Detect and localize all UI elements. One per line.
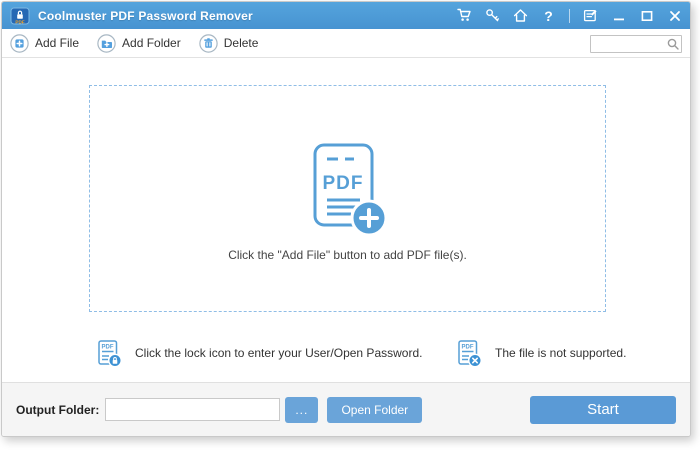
maximize-button[interactable] <box>639 8 654 23</box>
minimize-button[interactable] <box>611 8 626 23</box>
pdf-lock-icon-label: PDF <box>102 344 114 350</box>
add-folder-icon <box>97 34 116 53</box>
titlebar-separator <box>569 9 570 23</box>
search-box <box>590 34 682 53</box>
app-icon-pdf-label: PDF <box>15 19 24 24</box>
dropzone-hint: Click the "Add File" button to add PDF f… <box>228 248 467 262</box>
hint-lock-text: Click the lock icon to enter your User/O… <box>135 346 422 360</box>
home-icon[interactable] <box>513 8 528 23</box>
browse-button[interactable]: ... <box>285 397 318 423</box>
pdf-unsupported-icon-label: PDF <box>462 344 474 350</box>
app-icon: PDF <box>10 6 30 26</box>
help-icon[interactable]: ? <box>541 8 556 23</box>
hint-lock: PDF Click the lock icon to enter your Us… <box>97 338 422 368</box>
open-folder-button[interactable]: Open Folder <box>327 397 422 423</box>
delete-icon <box>199 34 218 53</box>
cart-icon[interactable] <box>457 8 472 23</box>
dropzone[interactable]: PDF Click the "Add File" button to add P… <box>89 85 606 312</box>
output-folder-label: Output Folder: <box>16 403 99 417</box>
hint-unsupported: PDF The file is not supported. <box>457 338 626 368</box>
feedback-icon[interactable] <box>583 8 598 23</box>
delete-button[interactable]: Delete <box>199 34 259 53</box>
start-button[interactable]: Start <box>530 396 676 424</box>
close-button[interactable] <box>667 8 682 23</box>
app-window: PDF Coolmuster PDF Password Remover <box>1 1 691 437</box>
toolbar: Add File Add Folder Delete <box>2 29 690 58</box>
pdf-unsupported-icon: PDF <box>457 339 482 368</box>
hint-unsupported-text: The file is not supported. <box>495 346 626 360</box>
main-content: PDF Click the "Add File" button to add P… <box>2 58 690 382</box>
delete-label: Delete <box>224 36 259 50</box>
footer: Output Folder: ... Open Folder Start <box>2 382 690 436</box>
pdf-add-icon: PDF <box>302 142 394 242</box>
window-title: Coolmuster PDF Password Remover <box>38 9 253 23</box>
titlebar-actions: ? <box>457 8 682 23</box>
search-icon[interactable] <box>667 37 679 49</box>
add-file-label: Add File <box>35 36 79 50</box>
titlebar: PDF Coolmuster PDF Password Remover <box>2 2 690 29</box>
output-folder-input[interactable] <box>105 398 280 421</box>
add-file-icon <box>10 34 29 53</box>
add-file-button[interactable]: Add File <box>10 34 79 53</box>
add-folder-label: Add Folder <box>122 36 181 50</box>
pdf-lock-icon: PDF <box>97 339 122 368</box>
key-icon[interactable] <box>485 8 500 23</box>
add-folder-button[interactable]: Add Folder <box>97 34 181 53</box>
pdf-icon-label: PDF <box>322 173 363 194</box>
